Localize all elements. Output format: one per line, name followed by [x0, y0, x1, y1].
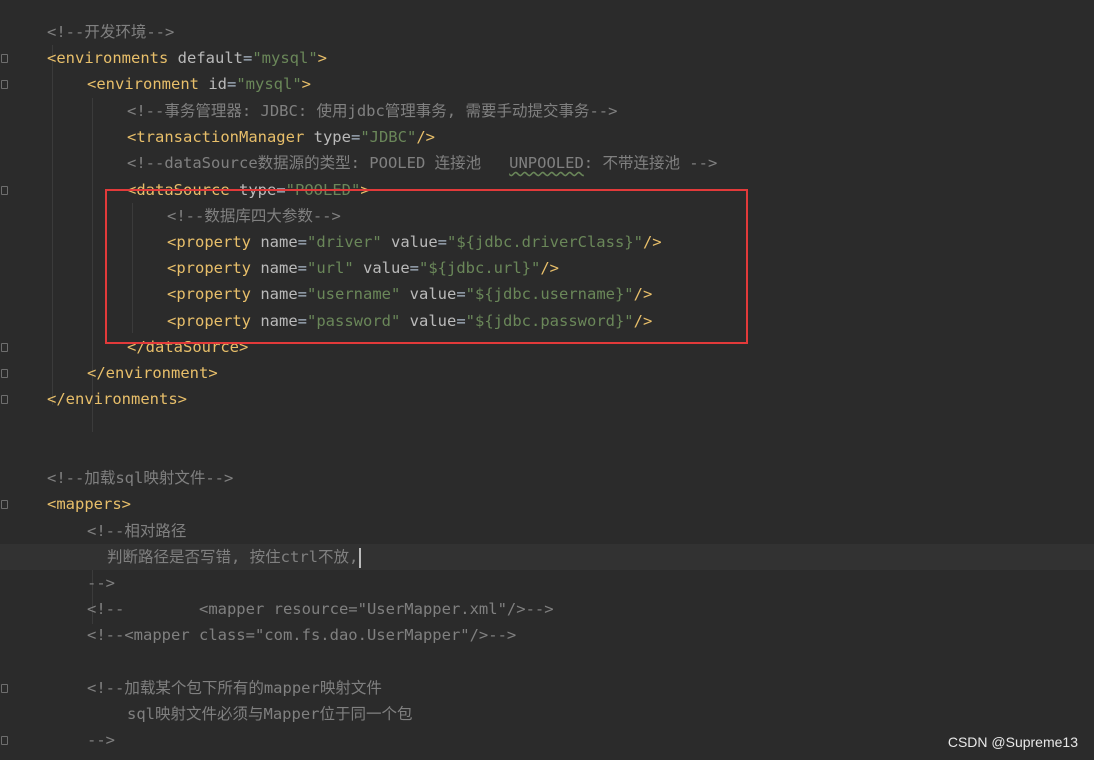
- code-token: default: [177, 49, 243, 67]
- code-line[interactable]: <transactionManager type="JDBC"/>: [127, 124, 435, 150]
- code-line[interactable]: <!--加载sql映射文件-->: [47, 465, 233, 491]
- code-token: =: [242, 49, 253, 67]
- code-token: type: [313, 128, 351, 146]
- code-token: UNPOOLED: [509, 154, 584, 172]
- indent-guide: [52, 45, 53, 405]
- fold-marker-icon[interactable]: [1, 54, 8, 63]
- code-token: <!--相对路径: [87, 522, 187, 540]
- watermark: CSDN @Supreme13: [947, 734, 1078, 750]
- code-token: 判断路径是否写错, 按住ctrl不放,: [107, 548, 359, 566]
- code-token: </environment>: [87, 364, 218, 382]
- code-token: "JDBC": [360, 128, 417, 146]
- code-token: =: [350, 128, 361, 146]
- code-line[interactable]: </environments>: [47, 386, 187, 412]
- code-token: >: [301, 75, 312, 93]
- code-line[interactable]: <!--事务管理器: JDBC: 使用jdbc管理事务, 需要手动提交事务-->: [127, 98, 617, 124]
- code-token: <environments: [47, 49, 178, 67]
- code-line[interactable]: <!--相对路径: [87, 518, 186, 544]
- code-token: <!--事务管理器: JDBC: 使用jdbc管理事务, 需要手动提交事务-->: [127, 102, 618, 120]
- code-token: <!--加载sql映射文件-->: [47, 469, 234, 487]
- fold-marker-icon[interactable]: [1, 395, 8, 404]
- fold-marker-icon[interactable]: [1, 369, 8, 378]
- code-token: "mysql": [236, 75, 302, 93]
- code-token: <mappers>: [47, 495, 131, 513]
- code-token: -->: [87, 731, 115, 749]
- code-token: <!--dataSource数据源的类型: POOLED 连接池: [127, 154, 510, 172]
- code-line[interactable]: <mappers>: [47, 491, 131, 517]
- code-token: sql映射文件必须与Mapper位于同一个包: [127, 705, 413, 723]
- code-line[interactable]: -->: [87, 570, 115, 596]
- code-line[interactable]: <environment id="mysql">: [87, 71, 311, 97]
- fold-marker-icon[interactable]: [1, 343, 8, 352]
- code-token: =: [227, 75, 237, 93]
- code-token: >: [317, 49, 327, 67]
- fold-marker-icon[interactable]: [1, 500, 8, 509]
- code-token: "mysql": [252, 49, 318, 67]
- text-caret: [359, 547, 362, 568]
- code-line[interactable]: sql映射文件必须与Mapper位于同一个包: [127, 701, 413, 727]
- fold-marker-icon[interactable]: [1, 186, 8, 195]
- fold-marker-icon[interactable]: [1, 80, 8, 89]
- code-token: />: [416, 128, 435, 146]
- code-token: id: [208, 75, 227, 93]
- code-editor[interactable]: <!--开发环境--> <environments default="mysql"…: [0, 0, 1094, 760]
- code-line[interactable]: <!--加载某个包下所有的mapper映射文件: [87, 675, 382, 701]
- code-line[interactable]: <!--dataSource数据源的类型: POOLED 连接池 UNPOOLE…: [127, 150, 717, 176]
- fold-marker-icon[interactable]: [1, 736, 8, 745]
- code-line[interactable]: </environment>: [87, 360, 218, 386]
- code-line[interactable]: <!-- <mapper resource="UserMapper.xml"/>…: [87, 596, 554, 622]
- code-line[interactable]: <!--<mapper class="com.fs.dao.UserMapper…: [87, 622, 516, 648]
- code-token: <transactionManager: [127, 128, 314, 146]
- editor-gutter[interactable]: [0, 0, 14, 760]
- code-token: -->: [87, 574, 115, 592]
- code-token: <environment: [87, 75, 209, 93]
- code-line[interactable]: -->: [87, 727, 115, 753]
- code-token: <!-- <mapper resource="UserMapper.xml"/>…: [87, 600, 554, 618]
- code-line[interactable]: 判断路径是否写错, 按住ctrl不放,: [107, 544, 362, 570]
- code-line[interactable]: <!--开发环境-->: [47, 19, 174, 45]
- code-token: <!--<mapper class="com.fs.dao.UserMapper…: [87, 626, 517, 644]
- fold-marker-icon[interactable]: [1, 684, 8, 693]
- code-token: : 不带连接池 -->: [583, 154, 718, 172]
- code-line[interactable]: <environments default="mysql">: [47, 45, 327, 71]
- code-token: <!--开发环境-->: [47, 23, 175, 41]
- code-token: </environments>: [47, 390, 187, 408]
- highlight-annotation-box: [105, 189, 748, 344]
- code-token: <!--加载某个包下所有的mapper映射文件: [87, 679, 382, 697]
